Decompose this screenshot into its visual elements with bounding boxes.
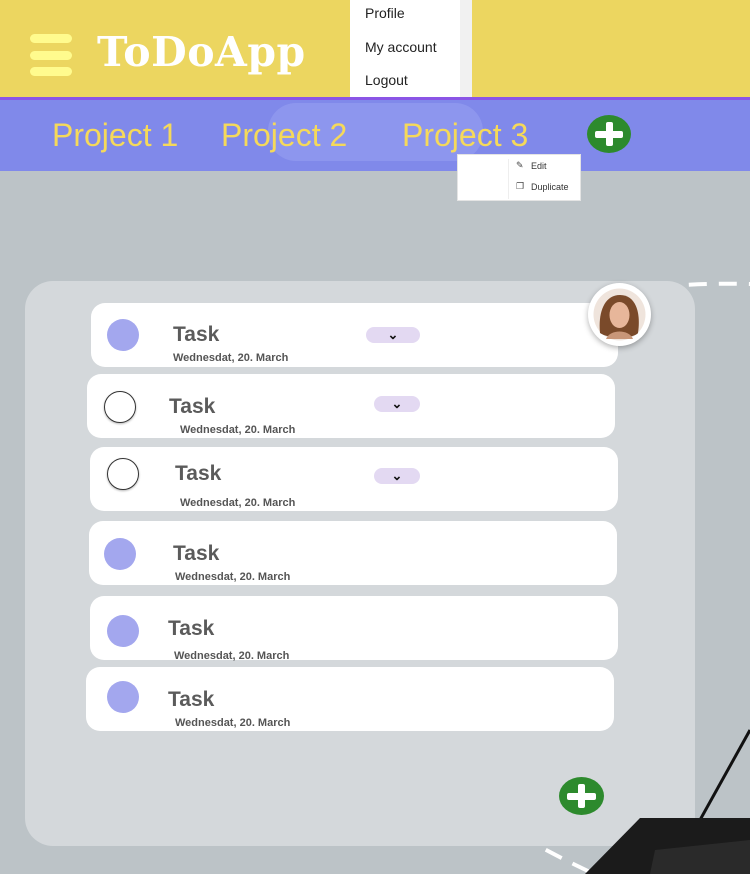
task-checkbox[interactable]	[104, 538, 136, 570]
app-title: ToDoApp	[97, 28, 306, 76]
task-item[interactable]: Task Wednesdat, 20. March	[90, 596, 618, 662]
task-name: Task	[173, 323, 220, 346]
task-date: Wednesdat, 20. March	[180, 497, 296, 509]
tab-project-2[interactable]: Project 2	[221, 117, 347, 154]
task-item[interactable]: Task Wednesdat, 20. March	[89, 521, 617, 585]
copy-icon: ❐	[516, 181, 525, 191]
tab-project-1[interactable]: Project 1	[52, 117, 178, 154]
task-checkbox[interactable]	[104, 391, 136, 423]
task-item[interactable]: Task Wednesdat, 20. March ⌄	[90, 447, 618, 511]
menu-item-profile[interactable]: Profile	[350, 4, 460, 38]
avatar-image	[593, 288, 646, 341]
project-context-menu: ✎ Edit ❐ Duplicate	[457, 154, 581, 201]
task-date: Wednesdat, 20. March	[180, 424, 296, 436]
task-date: Wednesdat, 20. March	[174, 650, 290, 662]
menu-item-my-account[interactable]: My account	[350, 38, 460, 72]
task-checkbox[interactable]	[107, 681, 139, 713]
pencil-icon: ✎	[516, 160, 524, 170]
context-edit-label: Edit	[531, 160, 547, 171]
task-name: Task	[168, 688, 215, 711]
add-project-button[interactable]	[587, 115, 631, 153]
task-name: Task	[173, 542, 220, 565]
project-tabs-bar: Project 1 Project 2 Project 3	[0, 97, 750, 171]
task-date: Wednesdat, 20. March	[173, 352, 289, 364]
profile-menu: Profile My account Logout	[350, 0, 472, 97]
chevron-down-icon[interactable]: ⌄	[366, 327, 420, 343]
task-checkbox[interactable]	[107, 615, 139, 647]
context-menu-divider	[508, 159, 509, 199]
task-item[interactable]: Task Wednesdat, 20. March	[86, 667, 614, 731]
task-item[interactable]: Task Wednesdat, 20. March ⌄	[87, 374, 615, 438]
user-avatar[interactable]	[588, 283, 651, 346]
chevron-down-icon[interactable]: ⌄	[374, 396, 420, 412]
task-checkbox[interactable]	[107, 319, 139, 351]
tab-project-3[interactable]: Project 3	[402, 117, 528, 154]
task-name: Task	[169, 395, 216, 418]
task-checkbox[interactable]	[107, 458, 139, 490]
task-name: Task	[168, 617, 215, 640]
hamburger-icon[interactable]	[30, 34, 72, 76]
context-duplicate-item[interactable]: ❐ Duplicate	[516, 181, 569, 192]
task-date: Wednesdat, 20. March	[175, 717, 291, 729]
context-duplicate-label: Duplicate	[531, 181, 569, 192]
context-edit-item[interactable]: ✎ Edit	[516, 160, 547, 171]
task-item[interactable]: Task Wednesdat, 20. March ⌄	[91, 303, 618, 367]
chevron-down-icon[interactable]: ⌄	[374, 468, 420, 484]
task-name: Task	[175, 462, 222, 485]
add-task-button[interactable]	[559, 777, 604, 815]
task-date: Wednesdat, 20. March	[175, 571, 291, 583]
